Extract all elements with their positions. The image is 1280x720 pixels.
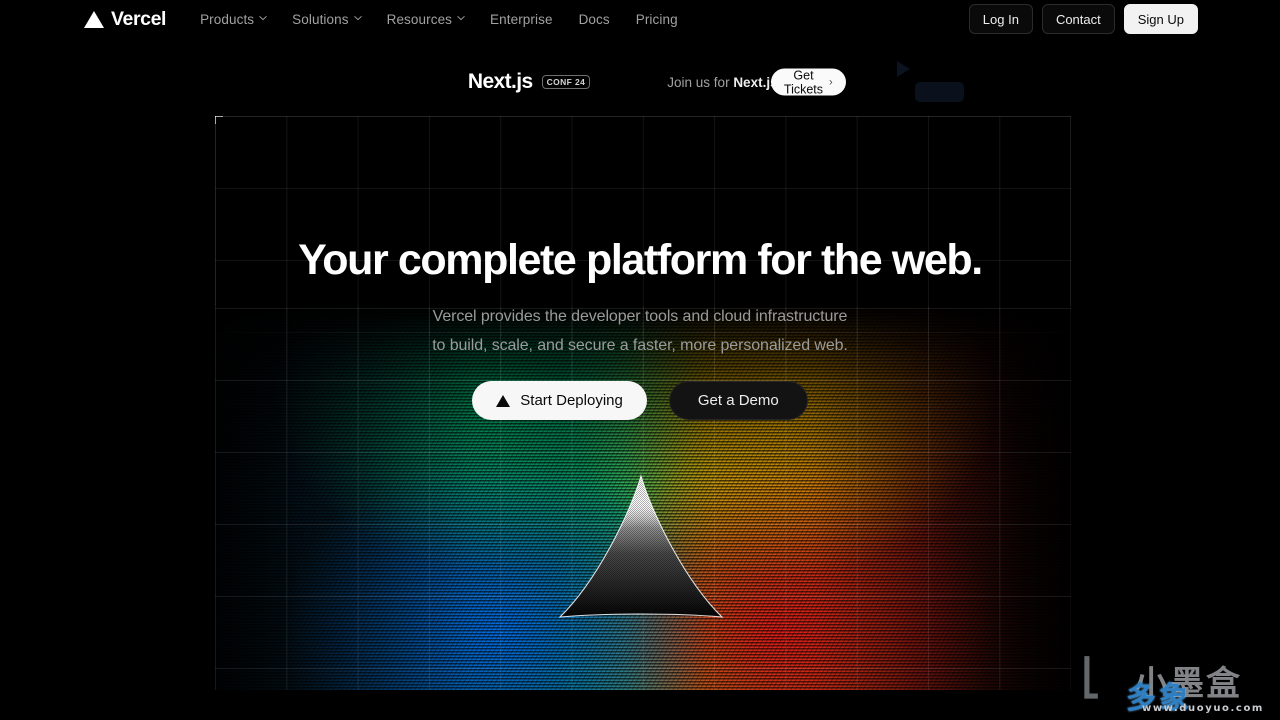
nav-item-enterprise[interactable]: Enterprise [490,12,553,27]
nav-item-solutions[interactable]: Solutions [292,11,362,27]
nav-item-label: Docs [578,11,610,27]
vercel-3d-triangle [556,474,726,622]
nav-item-label: Resources [386,11,453,27]
grid-origin-crosshair-icon [215,116,223,124]
hero-cta-group: Start Deploying Get a Demo [0,381,1280,420]
chevron-down-icon [457,14,465,21]
conf-banner-message-prefix: Join us for [667,74,734,90]
login-button[interactable]: Log In [968,4,1033,34]
header-actions: Log In Contact Sign Up [968,4,1198,34]
hero-subtitle-line-1: Vercel provides the developer tools and … [432,308,848,325]
nav-item-products[interactable]: Products [200,11,267,27]
page-title: Your complete platform for the web. [298,236,983,284]
conf-banner: Next.js CONF 24 Join us for Next.js Conf… [0,60,1280,104]
chevron-down-icon [259,14,267,21]
conf-banner-inner: Next.js CONF 24 Join us for Next.js Conf… [467,68,846,96]
watermark: ⎣ 小墨盒 多象 www.duoyuo.com [1080,656,1276,718]
get-a-demo-button[interactable]: Get a Demo [668,381,808,420]
start-deploying-label: Start Deploying [520,392,623,409]
get-tickets-label: Get Tickets [783,68,824,96]
nav-item-docs[interactable]: Docs [579,12,610,27]
main-nav: Products Solutions Resources Enterprise [200,12,678,27]
signup-button[interactable]: Sign Up [1123,4,1198,34]
nav-item-resources[interactable]: Resources [386,11,465,27]
nav-item-label: Solutions [292,11,349,27]
nav-item-pricing[interactable]: Pricing [636,12,678,27]
watermark-mark-icon: ⎣ [1082,658,1100,699]
nav-item-label: Products [200,11,255,27]
nextjs-logo: Next.js [467,70,533,93]
hero-subtitle-line-2: to build, scale, and secure a faster, mo… [432,337,848,354]
nav-item-label: Enterprise [490,11,553,27]
vercel-triangle-icon [84,10,104,28]
vercel-logo[interactable]: Vercel [84,8,166,31]
chevron-down-icon [353,14,362,21]
hero-subtitle: Vercel provides the developer tools and … [0,302,1280,360]
vercel-triangle-icon [496,394,511,407]
nav-item-label: Pricing [635,11,678,27]
brand-name: Vercel [111,7,167,30]
watermark-url: www.duoyuo.com [1142,703,1264,714]
conf-badge: CONF 24 [541,75,591,89]
contact-button[interactable]: Contact [1041,4,1115,34]
chevron-right-icon: › [829,76,833,88]
site-header: Vercel Products Solutions Resources Ente… [0,0,1280,38]
get-tickets-button[interactable]: Get Tickets › [770,68,846,96]
vercel-homepage: Vercel Products Solutions Resources Ente… [0,0,1280,720]
start-deploying-button[interactable]: Start Deploying [472,381,647,420]
